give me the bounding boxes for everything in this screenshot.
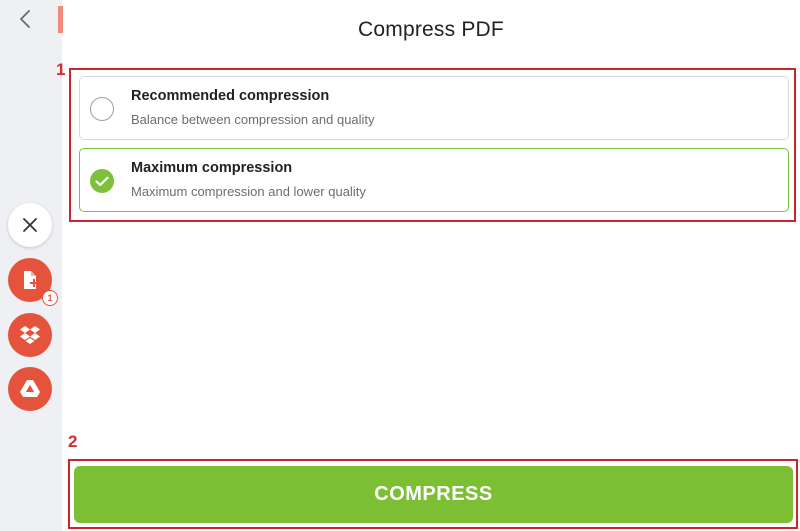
checkmark-icon — [95, 176, 109, 186]
dropbox-icon — [20, 326, 40, 344]
option-recommended-compression[interactable]: Recommended compression Balance between … — [79, 76, 789, 140]
left-sidebar: 1 — [0, 0, 62, 531]
radio-checked-icon[interactable] — [90, 169, 114, 193]
page-title: Compress PDF — [358, 18, 504, 41]
annotation-number-2: 2 — [68, 432, 78, 451]
option-description: Maximum compression and lower quality — [131, 184, 366, 199]
chevron-left-icon — [20, 10, 30, 28]
add-file-button[interactable]: 1 — [8, 258, 58, 306]
option-maximum-compression[interactable]: Maximum compression Maximum compression … — [79, 148, 789, 212]
option-title: Maximum compression — [131, 160, 293, 176]
file-count-badge: 1 — [42, 290, 58, 306]
add-file-icon — [24, 271, 38, 289]
compress-pdf-app: 1 Compress PDF 1 Recommended compression… — [0, 0, 800, 531]
radio-unchecked-icon[interactable] — [90, 97, 114, 121]
close-icon — [23, 218, 37, 232]
google-drive-icon — [20, 380, 40, 397]
close-button[interactable] — [8, 203, 52, 247]
back-button[interactable] — [14, 6, 36, 32]
option-title: Recommended compression — [131, 88, 330, 104]
option-description: Balance between compression and quality — [131, 112, 375, 127]
dropbox-button[interactable] — [8, 313, 52, 357]
compress-button[interactable]: COMPRESS — [74, 466, 793, 523]
annotation-number-1: 1 — [56, 60, 66, 79]
google-drive-button[interactable] — [8, 367, 52, 411]
